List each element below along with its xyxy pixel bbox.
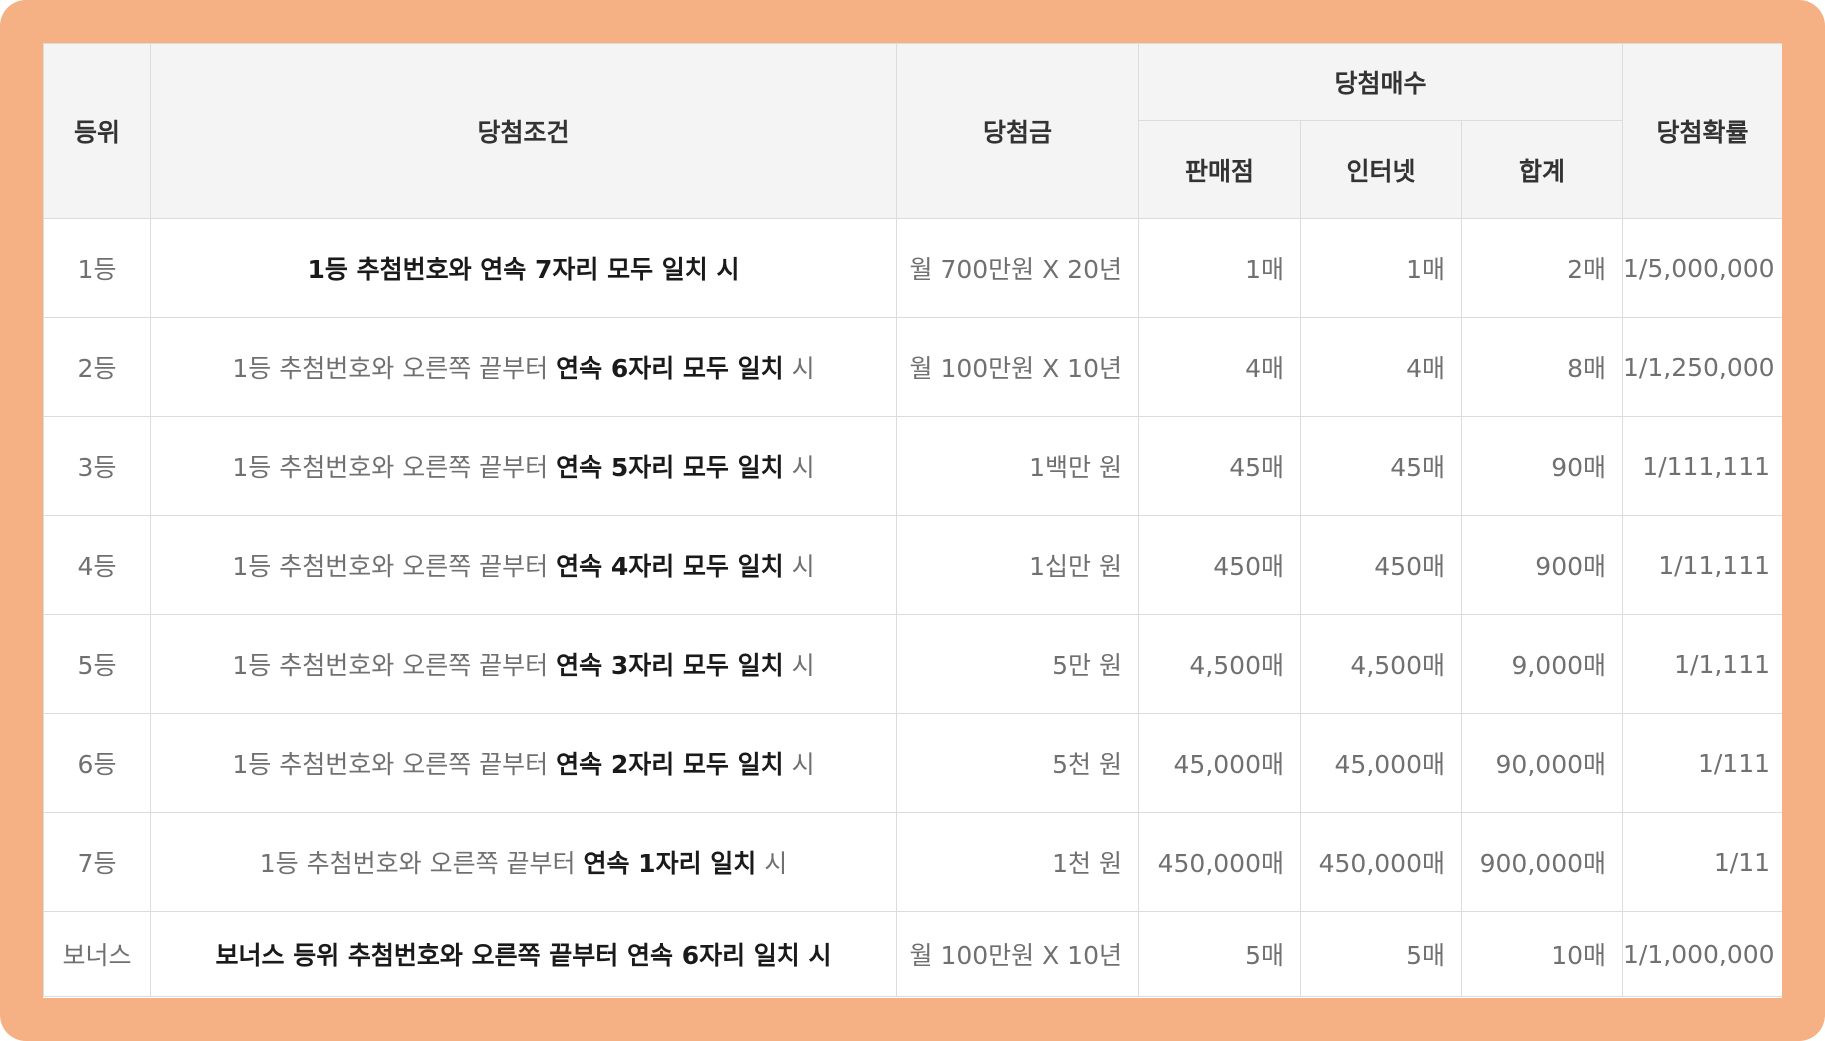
condition-text: 1등 추첨번호와 오른쪽 끝부터 [232, 651, 557, 680]
condition-cell: 1등 추첨번호와 오른쪽 끝부터 연속 1자리 일치 시 [150, 812, 897, 912]
internet-count-cell: 4매 [1300, 317, 1462, 417]
internet-count-cell: 45매 [1300, 416, 1462, 516]
store-count-cell: 4,500매 [1138, 614, 1301, 714]
probability-cell: 1/1,250,000 [1622, 317, 1782, 417]
store-count-cell: 4매 [1138, 317, 1301, 417]
internet-count-cell: 45,000매 [1300, 713, 1462, 813]
internet-count-cell: 5매 [1300, 911, 1462, 997]
prize-cell: 5천 원 [896, 713, 1139, 813]
condition-bold-text: 연속 3자리 모두 일치 [556, 651, 784, 680]
store-count-cell: 45매 [1138, 416, 1301, 516]
condition-cell: 1등 추첨번호와 오른쪽 끝부터 연속 2자리 모두 일치 시 [150, 713, 897, 813]
total-count-cell: 8매 [1460, 317, 1624, 417]
probability-cell: 1/1,111 [1622, 614, 1782, 714]
condition-suffix: 시 [756, 849, 788, 878]
condition-cell: 1등 추첨번호와 오른쪽 끝부터 연속 6자리 모두 일치 시 [150, 317, 897, 417]
condition-text: 1등 추첨번호와 오른쪽 끝부터 [232, 552, 557, 581]
rank-cell: 보너스 [43, 911, 151, 997]
condition-bold-text: 보너스 등위 추첨번호와 오른쪽 끝부터 연속 6자리 일치 시 [215, 941, 832, 970]
header-probability: 당첨확률 [1622, 43, 1782, 219]
rank-cell: 6등 [43, 713, 151, 813]
header-prize: 당첨금 [896, 43, 1139, 219]
store-count-cell: 1매 [1138, 218, 1301, 318]
header-total: 합계 [1460, 120, 1624, 219]
header-winners: 당첨매수 [1137, 43, 1624, 121]
internet-count-cell: 450매 [1300, 515, 1462, 615]
condition-text: 1등 추첨번호와 오른쪽 끝부터 [259, 849, 584, 878]
total-count-cell: 10매 [1460, 911, 1624, 997]
prize-cell: 월 100만원 X 10년 [896, 911, 1139, 997]
prize-cell: 1십만 원 [896, 515, 1139, 615]
prize-table: 등위 당첨조건 당첨금 당첨매수 당첨확률 판매점 인터넷 합계 1등 1등 추… [43, 43, 1782, 997]
total-count-cell: 900,000매 [1460, 812, 1624, 912]
header-store: 판매점 [1138, 120, 1301, 219]
condition-bold-text: 연속 5자리 모두 일치 [556, 453, 784, 482]
probability-cell: 1/111,111 [1622, 416, 1782, 516]
header-internet: 인터넷 [1300, 120, 1462, 219]
total-count-cell: 90,000매 [1460, 713, 1624, 813]
table-row: 2등 1등 추첨번호와 오른쪽 끝부터 연속 6자리 모두 일치 시 월 100… [43, 317, 1782, 417]
condition-suffix: 시 [783, 453, 815, 482]
rank-cell: 2등 [43, 317, 151, 417]
condition-text: 1등 추첨번호와 오른쪽 끝부터 [232, 354, 557, 383]
condition-bold-text: 연속 1자리 일치 [583, 849, 757, 878]
header-row-1: 등위 당첨조건 당첨금 당첨매수 당첨확률 [43, 43, 1782, 219]
header-rank: 등위 [43, 43, 151, 219]
probability-cell: 1/1,000,000 [1622, 911, 1782, 997]
rank-cell: 3등 [43, 416, 151, 516]
probability-cell: 1/111 [1622, 713, 1782, 813]
orange-frame: 등위 당첨조건 당첨금 당첨매수 당첨확률 판매점 인터넷 합계 1등 1등 추… [0, 0, 1825, 1041]
rank-cell: 7등 [43, 812, 151, 912]
table-row: 5등 1등 추첨번호와 오른쪽 끝부터 연속 3자리 모두 일치 시 5만 원 … [43, 614, 1782, 714]
condition-suffix: 시 [783, 552, 815, 581]
condition-bold-text: 연속 4자리 모두 일치 [556, 552, 784, 581]
prize-table-panel: 등위 당첨조건 당첨금 당첨매수 당첨확률 판매점 인터넷 합계 1등 1등 추… [43, 43, 1782, 998]
condition-cell: 1등 추첨번호와 오른쪽 끝부터 연속 5자리 모두 일치 시 [150, 416, 897, 516]
header-condition: 당첨조건 [150, 43, 897, 219]
rank-cell: 4등 [43, 515, 151, 615]
condition-cell: 1등 추첨번호와 연속 7자리 모두 일치 시 [150, 218, 897, 318]
prize-cell: 1천 원 [896, 812, 1139, 912]
condition-suffix: 시 [783, 354, 815, 383]
prize-cell: 1백만 원 [896, 416, 1139, 516]
total-count-cell: 900매 [1460, 515, 1624, 615]
probability-cell: 1/11,111 [1622, 515, 1782, 615]
probability-cell: 1/5,000,000 [1622, 218, 1782, 318]
total-count-cell: 9,000매 [1460, 614, 1624, 714]
condition-bold-text: 1등 추첨번호와 연속 7자리 모두 일치 시 [307, 255, 740, 284]
internet-count-cell: 4,500매 [1300, 614, 1462, 714]
rank-cell: 5등 [43, 614, 151, 714]
table-row: 3등 1등 추첨번호와 오른쪽 끝부터 연속 5자리 모두 일치 시 1백만 원… [43, 416, 1782, 516]
condition-cell: 보너스 등위 추첨번호와 오른쪽 끝부터 연속 6자리 일치 시 [150, 911, 897, 997]
condition-text: 1등 추첨번호와 오른쪽 끝부터 [232, 750, 557, 779]
condition-text: 1등 추첨번호와 오른쪽 끝부터 [232, 453, 557, 482]
condition-suffix: 시 [783, 750, 815, 779]
table-row: 보너스 보너스 등위 추첨번호와 오른쪽 끝부터 연속 6자리 일치 시 월 1… [43, 911, 1782, 997]
condition-bold-text: 연속 2자리 모두 일치 [556, 750, 784, 779]
prize-cell: 5만 원 [896, 614, 1139, 714]
table-row: 7등 1등 추첨번호와 오른쪽 끝부터 연속 1자리 일치 시 1천 원 450… [43, 812, 1782, 912]
condition-cell: 1등 추첨번호와 오른쪽 끝부터 연속 4자리 모두 일치 시 [150, 515, 897, 615]
store-count-cell: 5매 [1138, 911, 1301, 997]
prize-cell: 월 700만원 X 20년 [896, 218, 1139, 318]
store-count-cell: 450매 [1138, 515, 1301, 615]
total-count-cell: 90매 [1460, 416, 1624, 516]
store-count-cell: 450,000매 [1138, 812, 1301, 912]
table-row: 6등 1등 추첨번호와 오른쪽 끝부터 연속 2자리 모두 일치 시 5천 원 … [43, 713, 1782, 813]
condition-cell: 1등 추첨번호와 오른쪽 끝부터 연속 3자리 모두 일치 시 [150, 614, 897, 714]
prize-cell: 월 100만원 X 10년 [896, 317, 1139, 417]
probability-cell: 1/11 [1622, 812, 1782, 912]
rank-cell: 1등 [43, 218, 151, 318]
condition-bold-text: 연속 6자리 모두 일치 [556, 354, 784, 383]
table-row: 1등 1등 추첨번호와 연속 7자리 모두 일치 시 월 700만원 X 20년… [43, 218, 1782, 318]
table-row: 4등 1등 추첨번호와 오른쪽 끝부터 연속 4자리 모두 일치 시 1십만 원… [43, 515, 1782, 615]
condition-suffix: 시 [783, 651, 815, 680]
total-count-cell: 2매 [1460, 218, 1624, 318]
store-count-cell: 45,000매 [1138, 713, 1301, 813]
internet-count-cell: 450,000매 [1300, 812, 1462, 912]
internet-count-cell: 1매 [1300, 218, 1462, 318]
